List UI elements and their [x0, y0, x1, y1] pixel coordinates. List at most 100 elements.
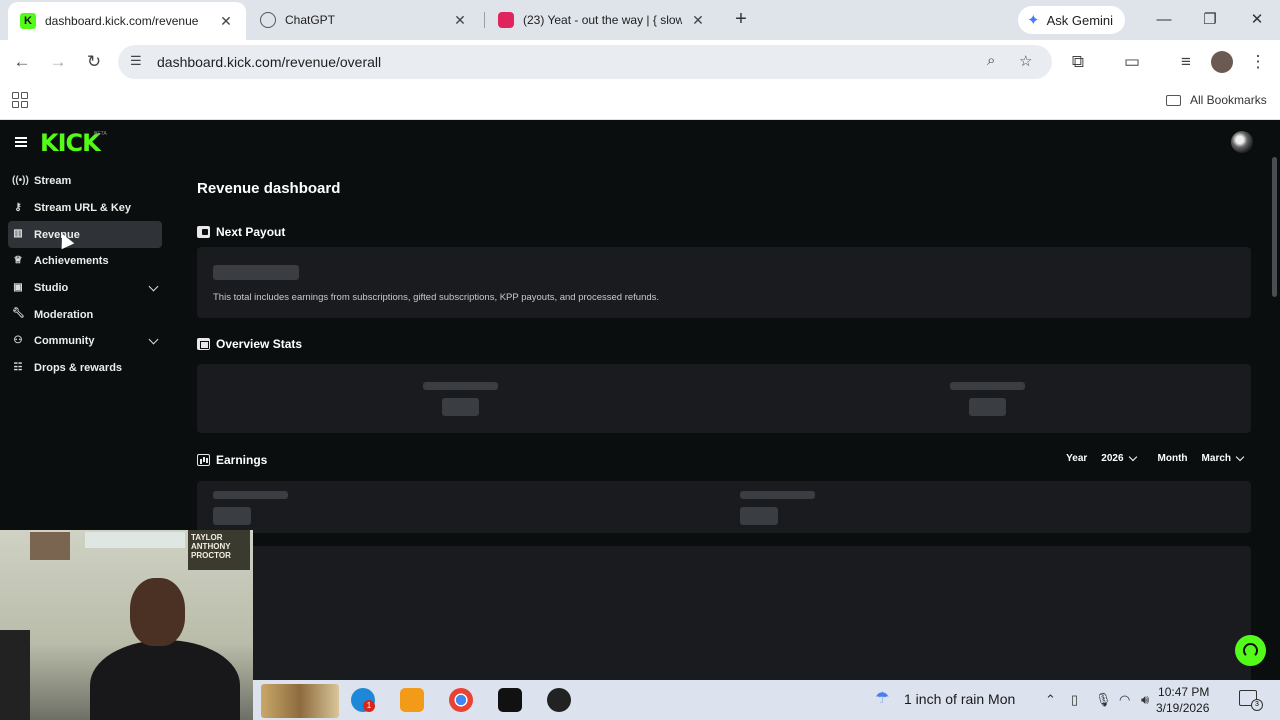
all-bookmarks-button[interactable]: All Bookmarks	[1166, 93, 1267, 107]
stat-label-skeleton	[950, 382, 1025, 390]
address-bar[interactable]: ☰ dashboard.kick.com/revenue/overall ⌕ ☆	[118, 45, 1052, 79]
tab-youtube[interactable]: (23) Yeat - out the way | { slowe ✕	[486, 0, 718, 40]
fl-studio-icon[interactable]	[400, 688, 424, 712]
payout-amount-skeleton	[213, 265, 299, 280]
key-icon: ⚷	[14, 201, 22, 213]
user-avatar[interactable]	[1231, 131, 1253, 153]
zoom-icon[interactable]: ⌕	[987, 52, 995, 69]
tab-close-icon[interactable]: ✕	[452, 12, 468, 29]
earnings-value-skeleton	[213, 507, 251, 525]
community-icon: ⚇	[13, 335, 23, 347]
sidebar-item-community[interactable]: ⚇ Community	[8, 328, 162, 355]
obs-icon[interactable]	[547, 688, 571, 712]
next-payout-card: This total includes earnings from subscr…	[197, 247, 1251, 318]
clock-time: 10:47 PM	[1158, 685, 1210, 699]
tab-kick-dashboard[interactable]: K dashboard.kick.com/revenue ✕	[8, 2, 246, 40]
minimize-icon[interactable]: —	[1152, 8, 1176, 32]
bookmark-star-icon[interactable]: ☆	[1019, 52, 1032, 70]
taskbar-thumbnail[interactable]	[261, 684, 339, 718]
address-url[interactable]: dashboard.kick.com/revenue/overall	[157, 54, 381, 70]
gemini-sparkle-icon: ✦	[1027, 12, 1040, 29]
webcam-overlay: TAYLOR ANTHONY PROCTOR	[0, 530, 253, 720]
earnings-chart-card	[197, 546, 1251, 680]
weather-widget[interactable]: ☂ 1 inch of rain Mon	[875, 691, 1015, 708]
chart-icon: ▥	[13, 228, 23, 240]
logo-beta-tag: BETA	[94, 131, 107, 137]
media-controls-icon[interactable]: ≡	[1174, 50, 1198, 74]
side-panel-icon[interactable]: ▭	[1120, 50, 1144, 74]
notification-center-icon[interactable]: 3	[1239, 690, 1263, 711]
forward-arrow-icon[interactable]: →	[46, 50, 70, 74]
ask-gemini-button[interactable]: ✦ Ask Gemini	[1018, 6, 1126, 34]
chevron-down-icon[interactable]	[148, 334, 159, 345]
earnings-value-skeleton	[740, 507, 778, 525]
clock[interactable]: 10:47 PM 3/19/2026	[1156, 684, 1209, 716]
sidebar-item-stream[interactable]: ((•)) Stream	[8, 168, 162, 195]
all-bookmarks-label: All Bookmarks	[1190, 93, 1267, 107]
hamburger-menu-icon[interactable]	[15, 137, 27, 147]
chatgpt-favicon-icon	[260, 12, 276, 28]
folder-icon	[1166, 94, 1181, 106]
page-title: Revenue dashboard	[197, 180, 341, 197]
apps-grid-icon[interactable]	[12, 92, 28, 108]
sidebar-item-achievements[interactable]: ♕ Achievements	[8, 248, 162, 275]
overview-stats-title: Overview Stats	[216, 337, 303, 351]
sidebar-item-drops-rewards[interactable]: ☷ Drops & rewards	[8, 355, 162, 382]
sidebar-item-moderation[interactable]: 🔧︎ Moderation	[8, 301, 162, 328]
wifi-icon[interactable]: ◠	[1119, 692, 1130, 708]
tab-title: (23) Yeat - out the way | { slowe	[523, 13, 682, 27]
next-payout-title: Next Payout	[216, 225, 286, 239]
sidebar-item-label: Stream	[34, 175, 72, 188]
month-select[interactable]: March	[1201, 452, 1245, 464]
payout-note: This total includes earnings from subscr…	[213, 292, 660, 303]
badge-count: 1	[363, 700, 375, 712]
chrome-menu-icon[interactable]: ⋮	[1246, 50, 1270, 74]
earnings-filters: Year 2026 Month March	[1066, 452, 1251, 464]
site-info-icon[interactable]: ☰	[130, 53, 142, 69]
streamer-body	[90, 640, 240, 720]
capcut-icon[interactable]	[498, 688, 522, 712]
year-select[interactable]: 2026	[1101, 452, 1137, 464]
kick-favicon-icon: K	[20, 13, 36, 29]
stat-value-skeleton	[442, 398, 479, 416]
tab-title: dashboard.kick.com/revenue	[45, 14, 199, 28]
help-support-button[interactable]	[1235, 635, 1266, 666]
sidebar-item-studio[interactable]: ▣ Studio	[8, 275, 162, 302]
year-label: Year	[1066, 453, 1088, 464]
sidebar-item-stream-url-key[interactable]: ⚷ Stream URL & Key	[8, 195, 162, 222]
new-tab-plus-icon[interactable]: +	[730, 8, 752, 30]
tab-chatgpt[interactable]: ChatGPT ✕	[248, 0, 480, 40]
tab-separator	[484, 12, 485, 28]
tab-title: ChatGPT	[285, 13, 336, 27]
restore-icon[interactable]: ❐	[1198, 8, 1222, 32]
volume-icon[interactable]: 🔊︎	[1141, 692, 1149, 708]
tab-close-icon[interactable]: ✕	[218, 13, 234, 30]
profile-avatar[interactable]	[1211, 51, 1233, 73]
sidebar-item-label: Moderation	[34, 308, 94, 321]
extensions-icon[interactable]: ⧉	[1066, 50, 1090, 74]
reload-icon[interactable]: ↻	[82, 50, 106, 74]
broadcast-icon: ((•))	[12, 175, 29, 186]
close-window-icon[interactable]: ✕	[1245, 8, 1269, 32]
next-payout-heading: Next Payout	[197, 225, 285, 239]
sidebar-item-revenue[interactable]: ▥ Revenue	[8, 221, 162, 249]
youtube-favicon-icon	[498, 12, 514, 28]
chevron-down-icon[interactable]	[148, 281, 159, 292]
chrome-icon[interactable]	[449, 688, 473, 712]
chevron-up-icon[interactable]: ⌃	[1045, 692, 1056, 708]
tab-close-icon[interactable]: ✕	[690, 12, 706, 29]
browser-toolbar: ← → ↻ ☰ dashboard.kick.com/revenue/overa…	[0, 40, 1280, 84]
month-value: March	[1201, 453, 1231, 464]
microphone-icon[interactable]: 🎙︎	[1095, 692, 1112, 708]
tray-app-icon[interactable]: ▯	[1071, 692, 1078, 708]
kick-logo[interactable]: KICK	[40, 129, 101, 157]
ask-gemini-label: Ask Gemini	[1046, 12, 1114, 28]
wallet-icon	[197, 226, 210, 238]
sidebar-item-label: Stream URL & Key	[34, 202, 131, 215]
wall-poster	[30, 532, 70, 560]
page-scrollbar[interactable]	[1272, 157, 1277, 297]
sidebar-item-label: Drops & rewards	[34, 362, 123, 375]
earnings-summary-card	[197, 481, 1251, 533]
overview-stats-heading: Overview Stats	[197, 337, 302, 351]
back-arrow-icon[interactable]: ←	[10, 50, 34, 74]
